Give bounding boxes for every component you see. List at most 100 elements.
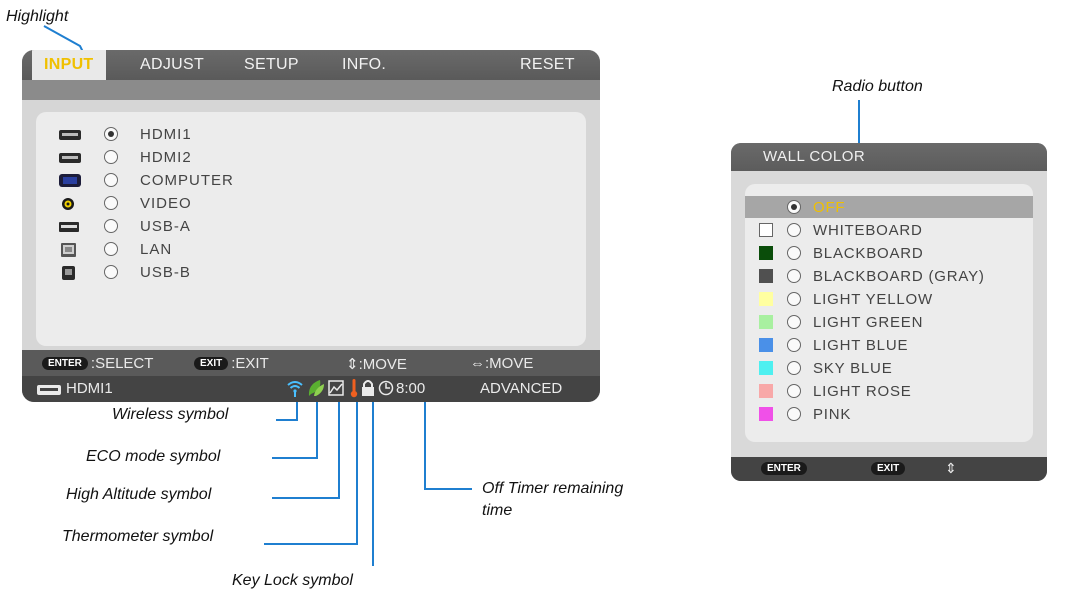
usb-b-icon [58,266,82,280]
radio-sky-blue[interactable] [787,361,801,375]
radio-usb-a[interactable] [104,219,118,233]
wall-color-option-light-green[interactable]: LIGHT GREEN [745,311,1033,333]
wall-color-menu: WALL COLOR OFF WHITEBOARD BLACKBOARD BLA… [731,143,1047,481]
vga-icon [58,174,82,187]
callout-radio-button: Radio button [832,78,923,95]
move-arrows-icon: ⇕ [945,460,957,476]
tab-input[interactable]: INPUT [32,50,106,80]
hdmi-icon [36,383,62,401]
wall-color-option-light-rose[interactable]: LIGHT ROSE [745,380,1033,402]
radio-lan[interactable] [104,242,118,256]
tab-bar: INPUT ADJUST SETUP INFO. RESET [22,50,600,80]
callout-timer-line-h [424,488,472,490]
current-source: HDMI1 [66,380,113,397]
wall-color-option-pink[interactable]: PINK [745,403,1033,425]
color-swatch [759,315,773,329]
color-swatch [759,292,773,306]
option-label: SKY BLUE [813,359,893,377]
wall-color-option-sky-blue[interactable]: SKY BLUE [745,357,1033,379]
input-item-video[interactable]: VIDEO [58,193,192,213]
wall-color-option-blackboard-gray[interactable]: BLACKBOARD (GRAY) [745,265,1033,287]
option-label: WHITEBOARD [813,221,923,239]
status-bar: HDMI1 8:00 ADVANCED [22,376,600,402]
input-label: COMPUTER [140,171,234,189]
radio-light-rose[interactable] [787,384,801,398]
input-item-usb-a[interactable]: USB-A [58,216,191,236]
radio-off[interactable] [787,200,801,214]
color-swatch [759,407,773,421]
option-label: LIGHT YELLOW [813,290,933,308]
radio-blackboard[interactable] [787,246,801,260]
tab-adjust[interactable]: ADJUST [140,56,204,74]
wall-color-body: OFF WHITEBOARD BLACKBOARD BLACKBOARD (GR… [731,171,1047,457]
input-label: VIDEO [140,194,192,212]
input-label: HDMI2 [140,148,192,166]
key-lock-icon [360,378,376,402]
color-swatch [759,223,773,237]
radio-blackboard-gray[interactable] [787,269,801,283]
wall-color-options-panel: OFF WHITEBOARD BLACKBOARD BLACKBOARD (GR… [745,184,1033,442]
key-hint-bar: ENTER:SELECT EXIT:EXIT ⇕:MOVE ⇔:MOVE [22,350,600,376]
wall-color-option-off[interactable]: OFF [745,196,1033,218]
option-label: LIGHT GREEN [813,313,924,331]
radio-pink[interactable] [787,407,801,421]
wireless-icon [286,379,304,402]
callout-altitude-line-v [338,394,340,499]
input-label: USB-A [140,217,191,235]
exit-key-pill: EXIT [871,462,906,475]
tab-info[interactable]: INFO. [342,56,386,74]
wall-color-option-light-yellow[interactable]: LIGHT YELLOW [745,288,1033,310]
input-list-panel: HDMI1 HDMI2 COMPUTER VIDEO USB-A LAN USB… [36,112,586,346]
wall-color-title: WALL COLOR [763,148,866,165]
input-item-hdmi2[interactable]: HDMI2 [58,147,192,167]
color-swatch [759,384,773,398]
usb-a-icon [58,220,82,232]
thermometer-icon [349,378,359,402]
color-swatch [759,269,773,283]
callout-thermo-line-v [356,394,358,545]
option-label: OFF [813,198,846,216]
exit-key-pill: EXIT [194,357,229,370]
color-swatch [759,361,773,375]
input-label: USB-B [140,263,191,281]
input-item-usb-b[interactable]: USB-B [58,262,191,282]
input-item-hdmi1[interactable]: HDMI1 [58,124,192,144]
color-swatch [759,246,773,260]
radio-computer[interactable] [104,173,118,187]
radio-hdmi1[interactable] [104,127,118,141]
option-label: PINK [813,405,852,423]
wall-color-option-whiteboard[interactable]: WHITEBOARD [745,219,1033,241]
eco-mode-icon [306,378,326,402]
radio-light-yellow[interactable] [787,292,801,306]
radio-hdmi2[interactable] [104,150,118,164]
callout-timer-line-v [424,394,426,490]
callout-wireless: Wireless symbol [112,406,229,423]
tab-setup[interactable]: SETUP [244,56,299,74]
wall-color-option-blackboard[interactable]: BLACKBOARD [745,242,1033,264]
option-label: BLACKBOARD (GRAY) [813,267,985,285]
callout-off-timer-line2: time [482,502,513,519]
callout-thermo-line-h [264,543,358,545]
radio-whiteboard[interactable] [787,223,801,237]
hint-move-horizontal: ⇔:MOVE [470,355,534,372]
input-item-computer[interactable]: COMPUTER [58,170,234,190]
radio-usb-b[interactable] [104,265,118,279]
enter-key-pill: ENTER [761,462,807,475]
wall-color-footer: ENTER EXIT ⇕ [731,457,1047,481]
callout-off-timer-line1: Off Timer remaining [482,480,624,497]
tab-reset[interactable]: RESET [520,56,575,74]
color-swatch [759,338,773,352]
callout-high-altitude: High Altitude symbol [66,486,212,503]
callout-thermometer: Thermometer symbol [62,528,214,545]
radio-light-green[interactable] [787,315,801,329]
high-altitude-icon [328,380,344,401]
hint-move-vertical: ⇕:MOVE [346,356,407,373]
wall-color-option-light-blue[interactable]: LIGHT BLUE [745,334,1033,356]
radio-video[interactable] [104,196,118,210]
color-swatch [759,200,773,214]
radio-light-blue[interactable] [787,338,801,352]
lan-icon [58,243,82,257]
callout-altitude-line-h [272,497,340,499]
callout-eco-line-h [272,457,318,459]
input-item-lan[interactable]: LAN [58,239,172,259]
